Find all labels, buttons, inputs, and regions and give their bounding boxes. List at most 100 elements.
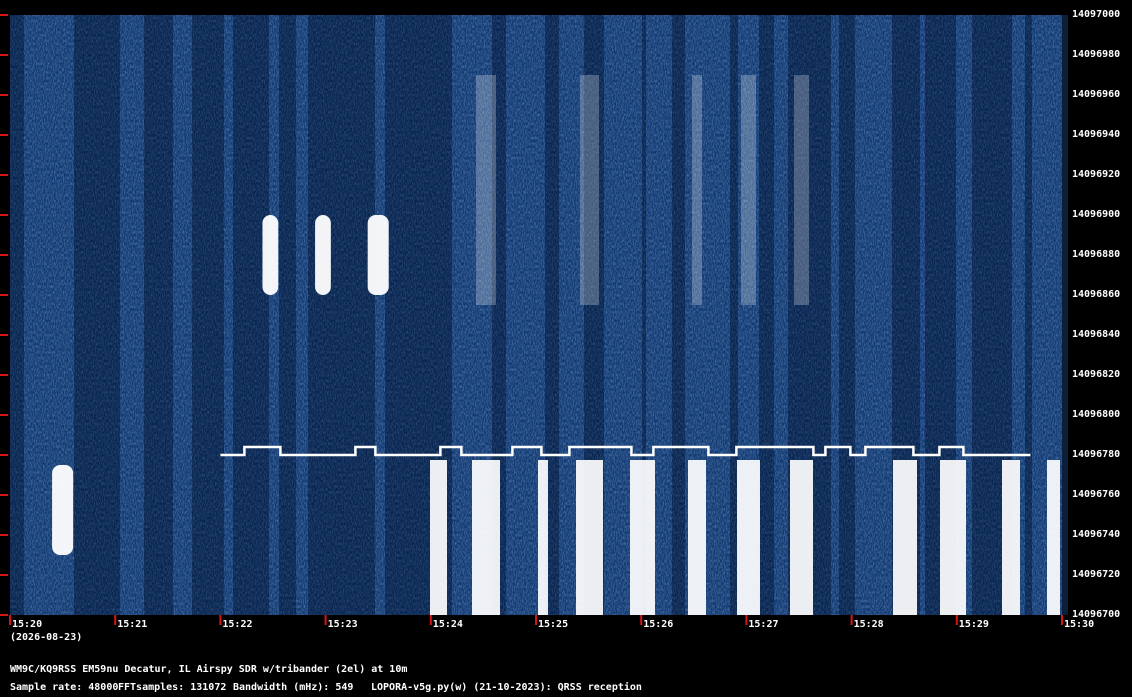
waterfall-streak — [848, 15, 855, 615]
y-tick-label: 14096880 — [1072, 249, 1121, 260]
waterfall-streak — [417, 15, 425, 615]
y-tick-label: 14096780 — [1072, 449, 1121, 460]
waterfall-streak — [452, 15, 464, 615]
waterfall-streak — [1032, 15, 1045, 615]
waterfall-plot — [0, 14, 1068, 625]
signal-haze — [580, 75, 599, 305]
waterfall-streak — [144, 15, 149, 615]
waterfall-streak — [880, 15, 892, 615]
waterfall-streak — [366, 15, 375, 615]
y-tick-label: 14097000 — [1072, 9, 1121, 20]
waterfall-streak — [402, 15, 417, 615]
waterfall-streak — [173, 15, 192, 615]
signal-haze — [741, 75, 756, 305]
y-tick-label: 14096840 — [1072, 329, 1121, 340]
waterfall-streak — [375, 15, 385, 615]
waterfall-streak — [24, 15, 38, 615]
signal-burst — [1002, 460, 1020, 615]
signal-burst — [790, 460, 813, 615]
waterfall-streak — [506, 15, 517, 615]
waterfall-streak — [839, 15, 848, 615]
sample-rate: Sample rate: 48000 — [10, 682, 119, 693]
waterfall-streak — [657, 15, 665, 615]
signal-haze — [476, 75, 496, 305]
waterfall-streak — [120, 15, 126, 615]
signal-haze — [692, 75, 702, 305]
signal-burst — [893, 460, 917, 615]
bright-band — [262, 215, 279, 295]
waterfall-streak — [855, 15, 860, 615]
waterfall-streak — [816, 15, 831, 615]
x-tick-label: 15:30 — [1064, 619, 1095, 630]
bright-band — [52, 465, 74, 555]
x-tick-label: 15:26 — [643, 619, 674, 630]
x-tick-label: 15:29 — [958, 619, 989, 630]
y-tick-label: 14096720 — [1072, 569, 1121, 580]
station-info: WM9C/KQ9RSS EM59nu Decatur, IL Airspy SD… — [10, 664, 408, 675]
x-tick-label: 15:23 — [327, 619, 358, 630]
y-tick-label: 14096740 — [1072, 529, 1121, 540]
waterfall-streak — [672, 15, 682, 615]
x-tick-label: 15:24 — [432, 619, 463, 630]
waterfall-streak — [1060, 15, 1068, 615]
y-tick-label: 14096960 — [1072, 89, 1121, 100]
waterfall-streak — [759, 15, 774, 615]
waterfall-streak — [517, 15, 523, 615]
x-tick-label: 15:27 — [748, 619, 779, 630]
bandwidth: Bandwidth (mHz): 549 — [233, 682, 354, 693]
y-tick-label: 14096760 — [1072, 489, 1121, 500]
x-tick-label: 15:25 — [538, 619, 569, 630]
waterfall-streak — [253, 15, 269, 615]
waterfall-streak — [149, 15, 165, 615]
waterfall-streak — [74, 15, 90, 615]
waterfall-streak — [107, 15, 120, 615]
waterfall-streak — [219, 15, 224, 615]
waterfall-streak — [559, 15, 576, 615]
waterfall-streak — [165, 15, 173, 615]
signal-haze — [794, 75, 809, 305]
y-tick-label: 14096920 — [1072, 169, 1121, 180]
y-tick-label: 14096900 — [1072, 209, 1121, 220]
signal-burst — [430, 460, 447, 615]
waterfall-streak — [336, 15, 351, 615]
software-version: LOPORA-v5g.py(w) (21-10-2023): QRSS rece… — [371, 682, 642, 693]
signal-burst — [630, 460, 655, 615]
signal-burst — [538, 460, 548, 615]
waterfall-streak — [1025, 15, 1032, 615]
y-tick-label: 14096980 — [1072, 49, 1121, 60]
signal-burst — [472, 460, 500, 615]
x-tick-label: 15:20 — [12, 619, 43, 630]
signal-burst — [737, 460, 760, 615]
waterfall-streak — [972, 15, 987, 615]
waterfall-streak — [192, 15, 202, 615]
waterfall-streak — [126, 15, 144, 615]
waterfall-streak — [860, 15, 880, 615]
waterfall-streak — [323, 15, 336, 615]
waterfall-streak — [395, 15, 402, 615]
waterfall-streak — [774, 15, 788, 615]
bright-band — [367, 215, 389, 295]
x-tick-label: 15:22 — [222, 619, 253, 630]
waterfall-streak — [90, 15, 107, 615]
date-label: (2026-08-23) — [10, 632, 83, 643]
signal-burst — [1047, 460, 1060, 615]
waterfall-streak — [665, 15, 672, 615]
waterfall-streak — [202, 15, 219, 615]
x-tick-label: 15:28 — [853, 619, 884, 630]
waterfall-streak — [10, 15, 24, 615]
waterfall-streak — [604, 15, 610, 615]
waterfall-streak — [233, 15, 253, 615]
waterfall-streak — [308, 15, 323, 615]
y-tick-label: 14096800 — [1072, 409, 1121, 420]
signal-burst — [688, 460, 706, 615]
x-tick-label: 15:21 — [117, 619, 148, 630]
spectrogram-window: 14097000 14096980 14096960 14096940 14096920… — [0, 0, 1132, 697]
waterfall-streak — [385, 15, 395, 615]
signal-burst — [576, 460, 603, 615]
waterfall-streak — [717, 15, 730, 615]
waterfall-streak — [682, 15, 685, 615]
fft-samples: FFTsamples: 131072 — [118, 682, 227, 693]
waterfall-streak — [730, 15, 738, 615]
signal-burst — [940, 460, 966, 615]
waterfall-streak — [351, 15, 366, 615]
